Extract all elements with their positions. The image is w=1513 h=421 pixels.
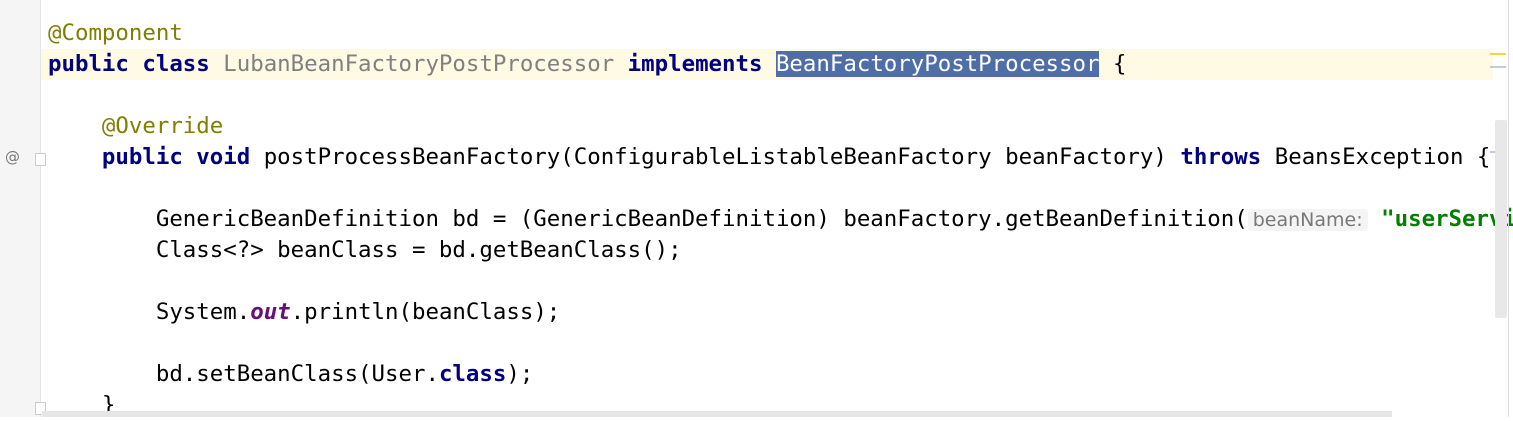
- code-line: bd.setBeanClass(User.class);: [155, 361, 534, 387]
- gutter: [0, 0, 41, 417]
- usage-marker[interactable]: [1490, 66, 1506, 68]
- vertical-scrollbar[interactable]: [1495, 120, 1507, 318]
- code-line: public class LubanBeanFactoryPostProcess…: [48, 51, 1127, 77]
- code-line: GenericBeanDefinition bd = (GenericBeanD…: [155, 206, 1513, 232]
- code-line: Class<?> beanClass = bd.getBeanClass();: [155, 237, 682, 263]
- selected-text[interactable]: BeanFactoryPostProcessor: [775, 51, 1100, 77]
- code-line: System.out.println(beanClass);: [155, 299, 561, 325]
- override-gutter-icon[interactable]: @: [5, 148, 20, 166]
- horizontal-scrollbar[interactable]: [42, 411, 1392, 417]
- code-line: public void postProcessBeanFactory(Confi…: [101, 144, 1491, 170]
- parameter-hint: beanName:: [1247, 209, 1368, 231]
- code-editor[interactable]: @Component public class LubanBeanFactory…: [41, 0, 1513, 418]
- warning-marker[interactable]: [1490, 53, 1506, 55]
- code-line: @Override: [101, 113, 224, 139]
- editor-right-border: [1508, 0, 1509, 417]
- class-name: LubanBeanFactoryPostProcessor: [223, 51, 615, 77]
- code-line: @Component: [48, 20, 183, 46]
